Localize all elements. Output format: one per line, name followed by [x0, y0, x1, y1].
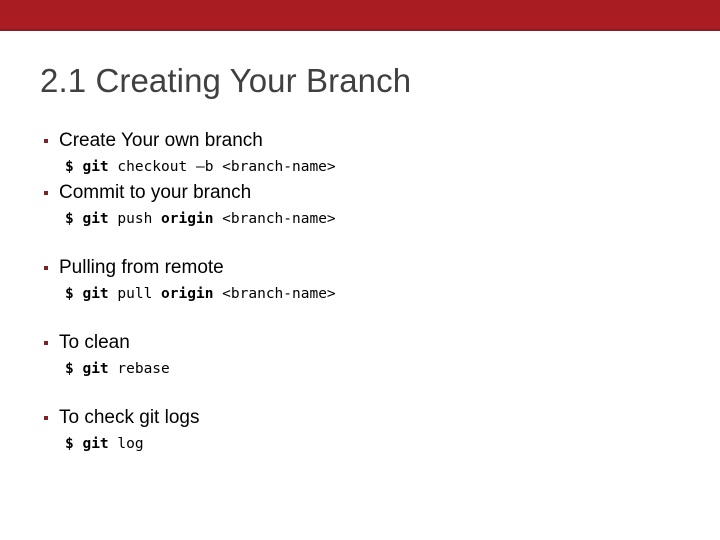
code-tail: <branch-name> [213, 286, 336, 302]
bullet-item-to-clean: To clean [40, 330, 690, 355]
code-line-check-logs: $ git log [40, 434, 690, 454]
code-emphasis: origin [161, 286, 214, 302]
code-prompt: $ git [65, 361, 118, 377]
bullet-group-check-logs: To check git logs $ git log [40, 405, 690, 454]
bullet-dot-icon [44, 191, 48, 195]
bullet-item-pull-remote: Pulling from remote [40, 255, 690, 280]
bullet-dot-icon [44, 266, 48, 270]
bullet-label: To check git logs [59, 407, 200, 428]
bullet-group-pull-remote: Pulling from remote $ git pull origin <b… [40, 255, 690, 304]
bullet-item-commit-branch: Commit to your branch [40, 180, 690, 205]
bullet-dot-icon [44, 416, 48, 420]
bullet-item-check-logs: To check git logs [40, 405, 690, 430]
header-accent-bar [0, 0, 720, 31]
code-command: checkout –b <branch-name> [117, 159, 336, 175]
bullet-group-to-clean: To clean $ git rebase [40, 330, 690, 379]
code-line-pull-remote: $ git pull origin <branch-name> [40, 284, 690, 304]
code-line-create-branch: $ git checkout –b <branch-name> [40, 157, 690, 177]
bullet-dot-icon [44, 139, 48, 143]
bullet-group-commit-branch: Commit to your branch $ git push origin … [40, 180, 690, 229]
code-prompt: $ git [65, 159, 118, 175]
bullet-label: Pulling from remote [59, 257, 224, 278]
code-command: rebase [117, 361, 170, 377]
code-prompt: $ git [65, 436, 118, 452]
bullet-group-create-branch: Create Your own branch $ git checkout –b… [40, 128, 690, 177]
code-prompt: $ git [65, 211, 118, 227]
bullet-list: Create Your own branch $ git checkout –b… [40, 128, 690, 454]
code-command: push [117, 211, 162, 227]
bullet-item-create-branch: Create Your own branch [40, 128, 690, 153]
page-title: 2.1 Creating Your Branch [40, 62, 412, 99]
bullet-label: Create Your own branch [59, 130, 263, 151]
bullet-label: Commit to your branch [59, 182, 252, 203]
code-command: pull [117, 286, 162, 302]
code-emphasis: origin [161, 211, 214, 227]
code-command: log [117, 436, 144, 452]
bullet-label: To clean [59, 332, 130, 353]
bullet-dot-icon [44, 341, 48, 345]
code-tail: <branch-name> [213, 211, 336, 227]
slide: 2.1 Creating Your Branch Create Your own… [0, 0, 720, 540]
header-accent-bar-edge [0, 29, 720, 31]
code-prompt: $ git [65, 286, 118, 302]
code-line-to-clean: $ git rebase [40, 359, 690, 379]
code-line-commit-branch: $ git push origin <branch-name> [40, 209, 690, 229]
